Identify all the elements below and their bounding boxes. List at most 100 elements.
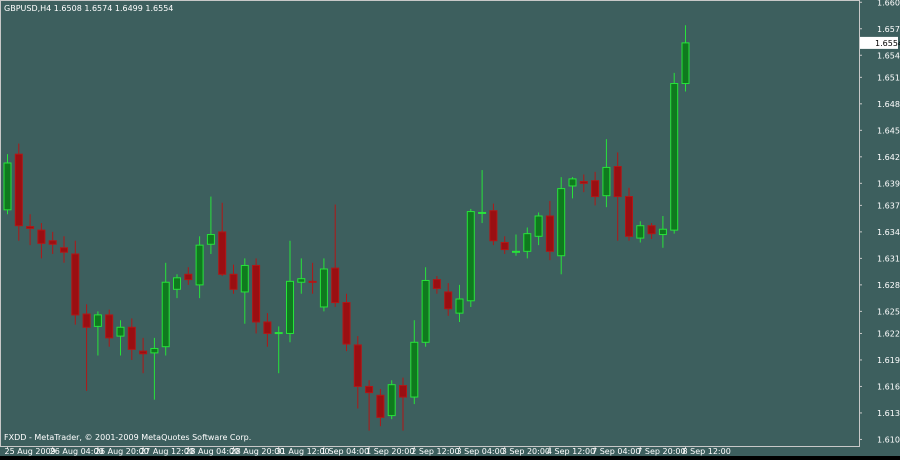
candle-body: [240, 264, 249, 293]
candle-body: [455, 298, 464, 314]
price-tick-label: 1.6250: [877, 307, 900, 316]
candle-body: [421, 279, 430, 343]
candle-body: [308, 280, 317, 283]
candle-body: [71, 253, 80, 316]
price-tick-label: 1.6135: [877, 409, 900, 418]
time-tick-label: 2 Sep 12:00: [411, 447, 459, 456]
candle-body: [568, 178, 577, 187]
candle-body: [3, 162, 12, 211]
candle-body: [489, 210, 498, 242]
candle-body: [545, 215, 554, 252]
candle-body: [286, 280, 294, 334]
price-tick-label: 1.6280: [877, 281, 900, 290]
candle-body: [116, 326, 125, 337]
price-tick-label: 1.6540: [877, 51, 900, 60]
candle-body: [512, 250, 520, 253]
price-tick-label: 1.6340: [877, 228, 900, 237]
candle-body: [184, 273, 193, 281]
chart-background: [0, 0, 900, 456]
candle-body: [206, 234, 215, 245]
candle-body: [478, 211, 487, 214]
candle-body: [681, 42, 690, 85]
time-axis: 25 Aug 200926 Aug 04:0026 Aug 20:0027 Au…: [5, 446, 731, 456]
candle-body: [353, 344, 362, 387]
candle-body: [602, 166, 611, 197]
candle-body: [139, 350, 148, 355]
candle: [466, 208, 475, 307]
time-tick-label: 4 Sep 12:00: [547, 447, 595, 456]
candle-body: [105, 314, 114, 339]
candle-body: [37, 229, 46, 244]
symbol-info-label: GBPUSD,H4 1.6508 1.6574 1.6499 1.6554: [4, 4, 173, 13]
candle-body: [557, 188, 566, 257]
candle: [670, 72, 679, 234]
candle-body: [410, 341, 419, 398]
time-tick-label: 1 Sep 04:00: [321, 447, 369, 456]
candle-body: [387, 384, 396, 417]
price-tick-label: 1.6195: [877, 356, 900, 365]
time-tick-label: 25 Aug 2009: [5, 447, 56, 456]
price-tick-label: 1.6425: [877, 153, 900, 162]
candle-body: [195, 244, 204, 286]
price-tick-label: 1.6370: [877, 201, 900, 210]
time-tick-label: 1 Sep 20:00: [366, 447, 414, 456]
candle-body: [297, 278, 306, 283]
price-tick-label: 1.6570: [877, 25, 900, 34]
candle-body: [218, 231, 227, 275]
candle-body: [647, 225, 656, 235]
candle-body: [331, 267, 340, 304]
chart-canvas[interactable]: 1.6600 1.6570 1.6540 1.6515 1.6485 1.6455 1.64…: [0, 0, 900, 456]
candle-body: [376, 394, 385, 418]
candle-body: [365, 385, 374, 394]
price-tick-label: 1.6485: [877, 100, 900, 109]
candle-body: [466, 211, 475, 302]
candle-body: [523, 233, 532, 252]
time-tick-label: 3 Sep 20:00: [502, 447, 550, 456]
price-chart[interactable]: 1.6600 1.6570 1.6540 1.6515 1.6485 1.6455 1.64…: [0, 0, 900, 456]
candle-body: [342, 302, 351, 345]
candle-body: [534, 215, 543, 237]
candle-body: [173, 277, 181, 290]
candle: [342, 293, 351, 352]
candle-body: [579, 181, 588, 184]
time-tick-label: 8 Sep 12:00: [683, 447, 731, 456]
candle-body: [263, 321, 272, 334]
candle-body: [127, 326, 136, 350]
price-tick-label: 1.6515: [877, 73, 900, 82]
price-tick-label: 1.6395: [877, 179, 900, 188]
candle-body: [161, 281, 170, 348]
time-tick-label: 7 Sep 04:00: [592, 447, 640, 456]
candle-body: [274, 332, 283, 335]
price-tick-label: 1.6455: [877, 126, 900, 135]
candle-body: [93, 314, 102, 327]
price-tick-label: 1.6600: [877, 0, 900, 7]
candle-body: [82, 313, 91, 328]
copyright-label: FXDD - MetaTrader, © 2001-2009 MetaQuote…: [4, 433, 251, 442]
candle-body: [229, 273, 238, 290]
candle-body: [591, 180, 600, 198]
candle-body: [319, 268, 328, 308]
candle-body: [252, 264, 261, 323]
price-tick-label: 1.6225: [877, 329, 900, 338]
candle-body: [613, 166, 622, 198]
price-tick-label: 1.6165: [877, 382, 900, 391]
candle-body: [636, 225, 645, 239]
candle-body: [432, 279, 441, 289]
time-tick-label: 7 Sep 20:00: [637, 447, 685, 456]
current-price-label: 1.6554: [875, 39, 900, 48]
candle: [252, 258, 261, 334]
candle-body: [670, 83, 679, 231]
price-tick-label: 1.6310: [877, 254, 900, 263]
candle-body: [26, 226, 35, 229]
candle-body: [14, 153, 23, 227]
candle-body: [60, 247, 68, 253]
candle: [387, 380, 396, 420]
current-price-tag: 1.6554: [860, 36, 900, 49]
candle-body: [444, 291, 453, 310]
candle-body: [658, 228, 667, 236]
candle-body: [399, 385, 407, 398]
candle-body: [625, 196, 633, 237]
candle-body: [150, 347, 159, 354]
time-tick-label: 3 Sep 04:00: [457, 447, 505, 456]
candle: [14, 143, 23, 241]
